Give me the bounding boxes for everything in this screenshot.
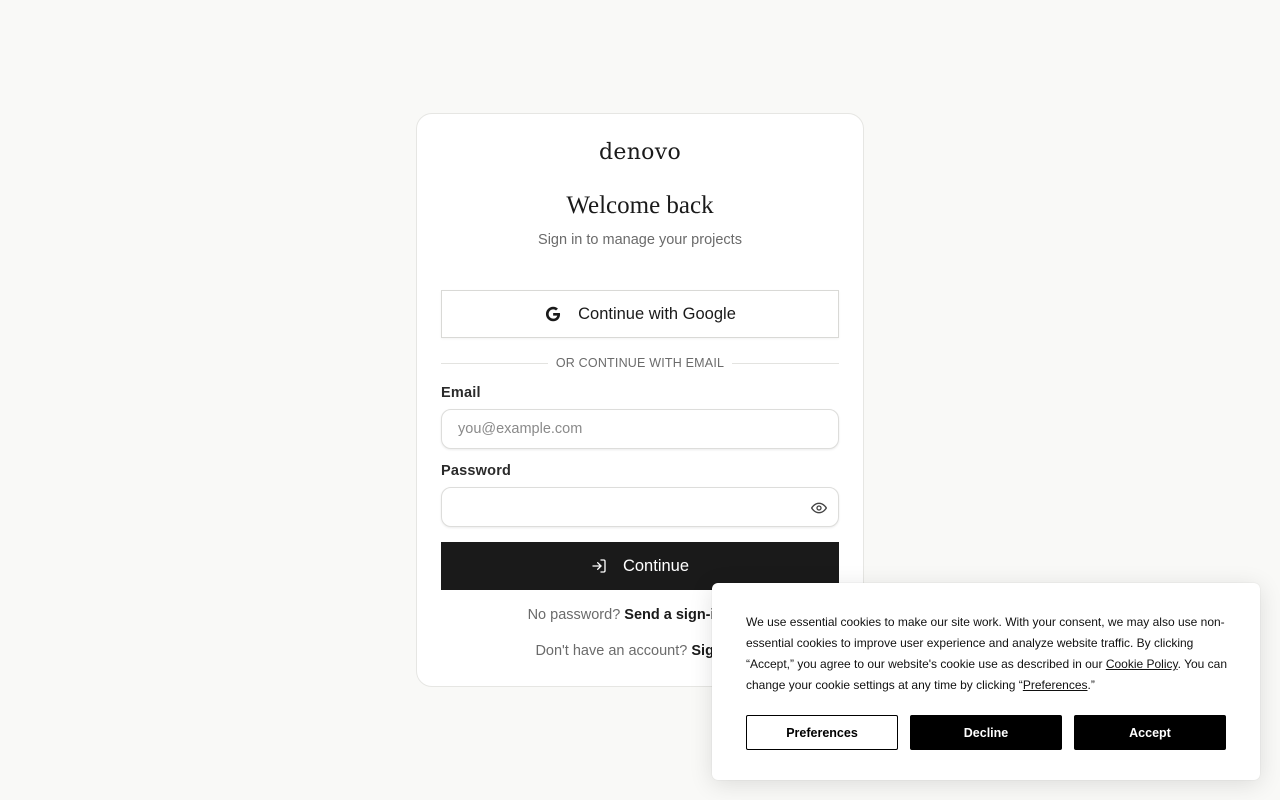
cookie-text-part3: .” [1087, 678, 1095, 692]
sign-in-arrow-icon [591, 558, 607, 574]
page-subtitle: Sign in to manage your projects [538, 232, 742, 248]
email-divider: OR CONTINUE WITH EMAIL [441, 354, 840, 372]
email-field[interactable] [441, 409, 839, 449]
page-title: Welcome back [566, 192, 714, 219]
divider-text: OR CONTINUE WITH EMAIL [555, 356, 725, 370]
cookie-decline-button[interactable]: Decline [910, 715, 1062, 750]
password-field[interactable] [441, 487, 839, 527]
divider-line-left [441, 362, 548, 364]
signup-prefix: Don't have an account? [535, 643, 688, 659]
google-g-icon [544, 305, 562, 323]
cookie-preferences-button[interactable]: Preferences [746, 715, 898, 750]
no-password-prefix: No password? [527, 607, 621, 623]
password-label: Password [441, 463, 512, 479]
preferences-link[interactable]: Preferences [1023, 678, 1088, 692]
divider-line-right [732, 362, 840, 364]
cookie-banner-text: We use essential cookies to make our sit… [746, 612, 1230, 696]
cookie-policy-link[interactable]: Cookie Policy [1106, 657, 1178, 671]
cookie-accept-button[interactable]: Accept [1074, 715, 1226, 750]
continue-with-google-button[interactable]: Continue with Google [441, 290, 839, 338]
brand-logo[interactable]: denovo [417, 140, 863, 165]
cookie-banner: We use essential cookies to make our sit… [712, 583, 1260, 780]
google-button-label: Continue with Google [578, 304, 736, 323]
eye-icon[interactable] [811, 500, 827, 516]
email-label: Email [441, 385, 481, 401]
continue-button-label: Continue [622, 556, 690, 575]
